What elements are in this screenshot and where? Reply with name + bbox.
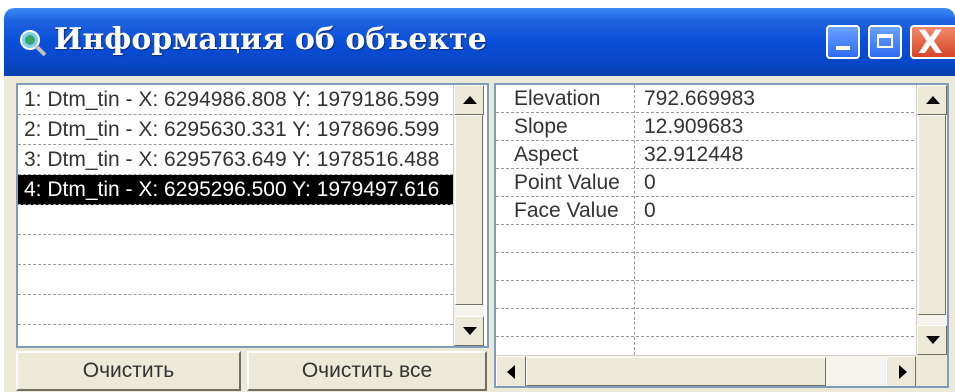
scroll-right-button[interactable] (886, 356, 916, 386)
property-name: Elevation (514, 87, 601, 110)
arrow-right-icon (899, 365, 907, 379)
scroll-down-button[interactable] (917, 325, 947, 355)
list-item[interactable]: 3: Dtm_tin - X: 6295763.649 Y: 1978516.4… (18, 145, 453, 175)
list-item-selected[interactable]: 4: Dtm_tin - X: 6295296.500 Y: 1979497.6… (18, 175, 453, 205)
scroll-thumb[interactable] (918, 115, 946, 315)
scroll-down-button[interactable] (454, 316, 484, 346)
arrow-down-icon (463, 327, 477, 335)
property-row[interactable]: Slope 12.909683 (496, 113, 914, 141)
property-value: 0 (644, 199, 656, 222)
info-window: Информация об объекте X 1: Dtm_tin - X: … (4, 8, 955, 392)
title-bar[interactable]: Информация об объекте X (4, 8, 955, 76)
list-item[interactable]: 2: Dtm_tin - X: 6295630.331 Y: 1978696.5… (18, 115, 453, 145)
list-vertical-scrollbar[interactable] (453, 85, 484, 346)
magnifier-globe-icon (20, 30, 47, 57)
column-divider (634, 85, 635, 355)
property-name: Aspect (514, 143, 579, 166)
properties-grid[interactable]: Elevation 792.669983 Slope 12.909683 Asp… (494, 83, 949, 388)
property-row-empty (496, 309, 914, 337)
list-item-empty (18, 265, 453, 295)
close-button[interactable]: X (910, 23, 955, 61)
property-value: 32.912448 (644, 143, 744, 166)
close-icon: X (918, 23, 943, 61)
horizontal-scroll-thumb[interactable] (526, 357, 826, 386)
scroll-up-button[interactable] (917, 85, 947, 115)
property-row[interactable]: Point Value 0 (496, 169, 914, 197)
clear-button[interactable]: Очистить (16, 351, 241, 391)
property-row-empty (496, 225, 914, 253)
property-row-empty (496, 253, 914, 281)
property-name: Point Value (514, 171, 620, 194)
scroll-left-button[interactable] (496, 356, 526, 386)
property-row[interactable]: Face Value 0 (496, 197, 914, 225)
arrow-left-icon (507, 365, 515, 379)
list-item-empty (18, 205, 453, 235)
property-row[interactable]: Elevation 792.669983 (496, 85, 914, 113)
list-item-empty (18, 295, 453, 325)
scrollbar-corner (916, 355, 947, 386)
arrow-down-icon (926, 336, 940, 344)
property-value: 792.669983 (644, 87, 755, 110)
maximize-button[interactable] (868, 25, 902, 59)
property-name: Slope (514, 115, 568, 138)
arrow-up-icon (926, 96, 940, 104)
property-row-empty (496, 281, 914, 309)
property-value: 12.909683 (644, 115, 744, 138)
property-row[interactable]: Aspect 32.912448 (496, 141, 914, 169)
list-item[interactable]: 1: Dtm_tin - X: 6294986.808 Y: 1979186.5… (18, 85, 453, 115)
scroll-thumb[interactable] (455, 115, 483, 305)
list-item-empty (18, 235, 453, 265)
property-value: 0 (644, 171, 656, 194)
property-name: Face Value (514, 199, 619, 222)
props-horizontal-scrollbar[interactable] (496, 355, 916, 386)
objects-list[interactable]: 1: Dtm_tin - X: 6294986.808 Y: 1979186.5… (16, 83, 489, 348)
clear-all-button[interactable]: Очистить все (247, 351, 487, 391)
props-vertical-scrollbar[interactable] (916, 85, 947, 355)
window-title: Информация об объекте (54, 22, 487, 57)
arrow-up-icon (463, 96, 477, 104)
minimize-button[interactable] (826, 25, 860, 59)
scroll-up-button[interactable] (454, 85, 484, 115)
